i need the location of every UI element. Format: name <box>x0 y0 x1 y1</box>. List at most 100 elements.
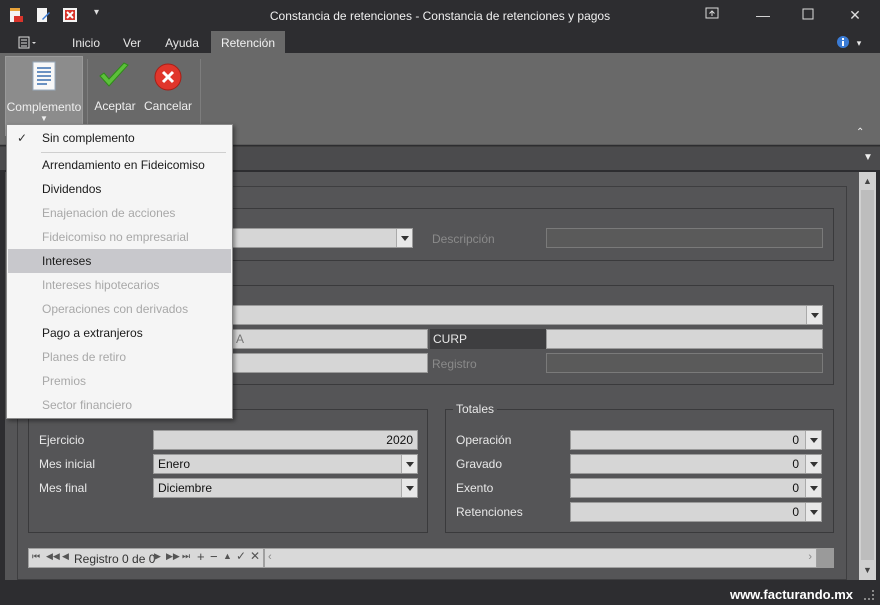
receptor-select[interactable] <box>231 305 823 325</box>
mes-inicial-value: Enero <box>158 457 191 471</box>
scroll-down-icon[interactable]: ▼ <box>863 565 872 575</box>
record-navigator: ⏮ ◀◀ ◀ Registro 0 de 0 ▶ ▶▶ ⏭ + − ▲ ✓ ✕ <box>28 548 264 568</box>
brand-label: www.facturando.mx <box>729 587 853 602</box>
last-record-icon[interactable]: ⏭ <box>182 551 190 562</box>
mes-final-value: Diciembre <box>158 481 213 495</box>
ejercicio-label: Ejercicio <box>39 433 85 447</box>
prev-page-icon[interactable]: ◀◀ <box>46 551 60 562</box>
scroll-left-icon[interactable]: ‹ <box>268 551 272 563</box>
menu-item-operaciones-derivados: Operaciones con derivados <box>42 302 189 316</box>
ejercicio-field[interactable]: 2020 <box>153 430 418 450</box>
next-page-icon[interactable]: ▶▶ <box>166 551 180 562</box>
title-bar: ▾ Constancia de retenciones - Constancia… <box>0 0 880 30</box>
mes-inicial-label: Mes inicial <box>39 457 96 471</box>
descripcion-label: Descripción <box>432 232 495 246</box>
exento-field[interactable]: 0 <box>570 478 822 498</box>
edit-record-icon[interactable]: ▲ <box>223 551 232 561</box>
gravado-label: Gravado <box>456 457 503 471</box>
tab-inicio[interactable]: Inicio <box>62 31 110 53</box>
tab-ver[interactable]: Ver <box>114 31 150 53</box>
collapse-ribbon-icon[interactable]: ⌃ <box>856 127 864 138</box>
chevron-down-icon[interactable] <box>805 431 821 449</box>
receptor-rfc-field[interactable]: A <box>231 329 428 349</box>
menu-item-intereses-hipotecarios: Intereses hipotecarios <box>42 278 160 292</box>
close-window-button[interactable]: ✕ <box>846 6 864 24</box>
maximize-button[interactable] <box>799 6 817 24</box>
tab-ayuda[interactable]: Ayuda <box>157 31 207 53</box>
descripcion-field[interactable] <box>546 228 823 248</box>
horizontal-scrollbar[interactable]: ‹ › <box>264 548 817 568</box>
chevron-down-icon[interactable] <box>805 503 821 521</box>
menu-item-planes-retiro: Planes de retiro <box>42 350 127 364</box>
exento-label: Exento <box>456 481 494 495</box>
retenciones-value: 0 <box>792 505 799 519</box>
app-menu-button[interactable] <box>10 31 46 53</box>
document-list-icon <box>32 61 56 91</box>
receptor-extra-field[interactable] <box>231 353 428 373</box>
totales-title: Totales <box>453 402 498 416</box>
complemento-dropdown-icon: ▼ <box>40 114 48 123</box>
checkmark-icon: ✓ <box>17 131 28 145</box>
operacion-value: 0 <box>792 433 799 447</box>
ribbon-tabs: Inicio Ver Ayuda Retención ▾ <box>0 31 880 53</box>
operacion-label: Operación <box>456 433 512 447</box>
chevron-down-icon[interactable] <box>396 229 412 247</box>
minimize-button[interactable]: — <box>754 6 772 24</box>
cancel-record-icon[interactable]: ✕ <box>250 549 260 563</box>
operacion-field[interactable]: 0 <box>570 430 822 450</box>
record-count: Registro 0 de 0 <box>74 552 156 566</box>
cancel-icon <box>154 63 182 91</box>
curp-label: CURP <box>430 329 546 349</box>
menu-item-label: Sin complemento <box>42 131 135 145</box>
header-dropdown-icon[interactable]: ▼ <box>863 152 873 163</box>
menu-item-premios: Premios <box>42 374 87 388</box>
mes-inicial-select[interactable]: Enero <box>153 454 418 474</box>
first-record-icon[interactable]: ⏮ <box>32 551 40 562</box>
help-icon[interactable] <box>832 31 854 53</box>
next-record-icon[interactable]: ▶ <box>154 551 161 562</box>
complemento-label: Complemento <box>6 100 82 114</box>
aceptar-label: Aceptar <box>94 99 136 113</box>
menu-item-pago-extranjeros[interactable]: Pago a extranjeros <box>8 321 231 345</box>
registro-field[interactable] <box>546 353 823 373</box>
curp-field[interactable] <box>546 329 823 349</box>
gravado-value: 0 <box>792 457 799 471</box>
add-record-icon[interactable]: + <box>197 549 205 564</box>
chevron-down-icon[interactable] <box>805 455 821 473</box>
chevron-down-icon[interactable] <box>805 479 821 497</box>
resize-grip-icon[interactable] <box>864 590 874 600</box>
menu-item-arrendamiento[interactable]: Arrendamiento en Fideicomiso <box>8 153 231 177</box>
menu-item-sin-complemento[interactable]: ✓ Sin complemento <box>8 126 231 150</box>
tab-retencion[interactable]: Retención <box>211 31 285 53</box>
complemento-type-select[interactable] <box>231 228 413 248</box>
vertical-scrollbar[interactable]: ▲ ▼ <box>859 172 876 580</box>
scroll-corner <box>817 548 834 568</box>
menu-item-fideicomiso: Fideicomiso no empresarial <box>42 230 189 244</box>
chevron-down-icon[interactable] <box>401 455 417 473</box>
retenciones-field[interactable]: 0 <box>570 502 822 522</box>
menu-item-enajenacion: Enajenacion de acciones <box>42 206 176 220</box>
window-title: Constancia de retenciones - Constancia d… <box>269 9 611 23</box>
restore-ribbon-icon[interactable] <box>703 6 721 24</box>
save-record-icon[interactable]: ✓ <box>236 549 246 563</box>
scroll-thumb[interactable] <box>861 190 874 560</box>
status-bar: www.facturando.mx <box>0 582 880 605</box>
cancelar-label: Cancelar <box>144 99 193 113</box>
prev-record-icon[interactable]: ◀ <box>62 551 69 562</box>
menu-item-dividendos[interactable]: Dividendos <box>8 177 231 201</box>
delete-record-icon[interactable]: − <box>210 549 218 564</box>
scroll-right-icon[interactable]: › <box>808 551 812 563</box>
mes-final-label: Mes final <box>39 481 88 495</box>
mes-final-select[interactable]: Diciembre <box>153 478 418 498</box>
menu-item-sector-financiero: Sector financiero <box>42 398 133 412</box>
registro-label: Registro <box>432 357 477 371</box>
menu-item-intereses[interactable]: Intereses <box>8 249 231 273</box>
retenciones-label: Retenciones <box>456 505 523 519</box>
chevron-down-icon[interactable] <box>806 306 822 324</box>
chevron-down-icon[interactable] <box>401 479 417 497</box>
complemento-menu: ✓ Sin complemento Arrendamiento en Fidei… <box>6 124 233 419</box>
scroll-up-icon[interactable]: ▲ <box>863 176 872 186</box>
gravado-field[interactable]: 0 <box>570 454 822 474</box>
help-dropdown-icon[interactable]: ▾ <box>852 31 866 53</box>
checkmark-icon <box>99 62 129 87</box>
